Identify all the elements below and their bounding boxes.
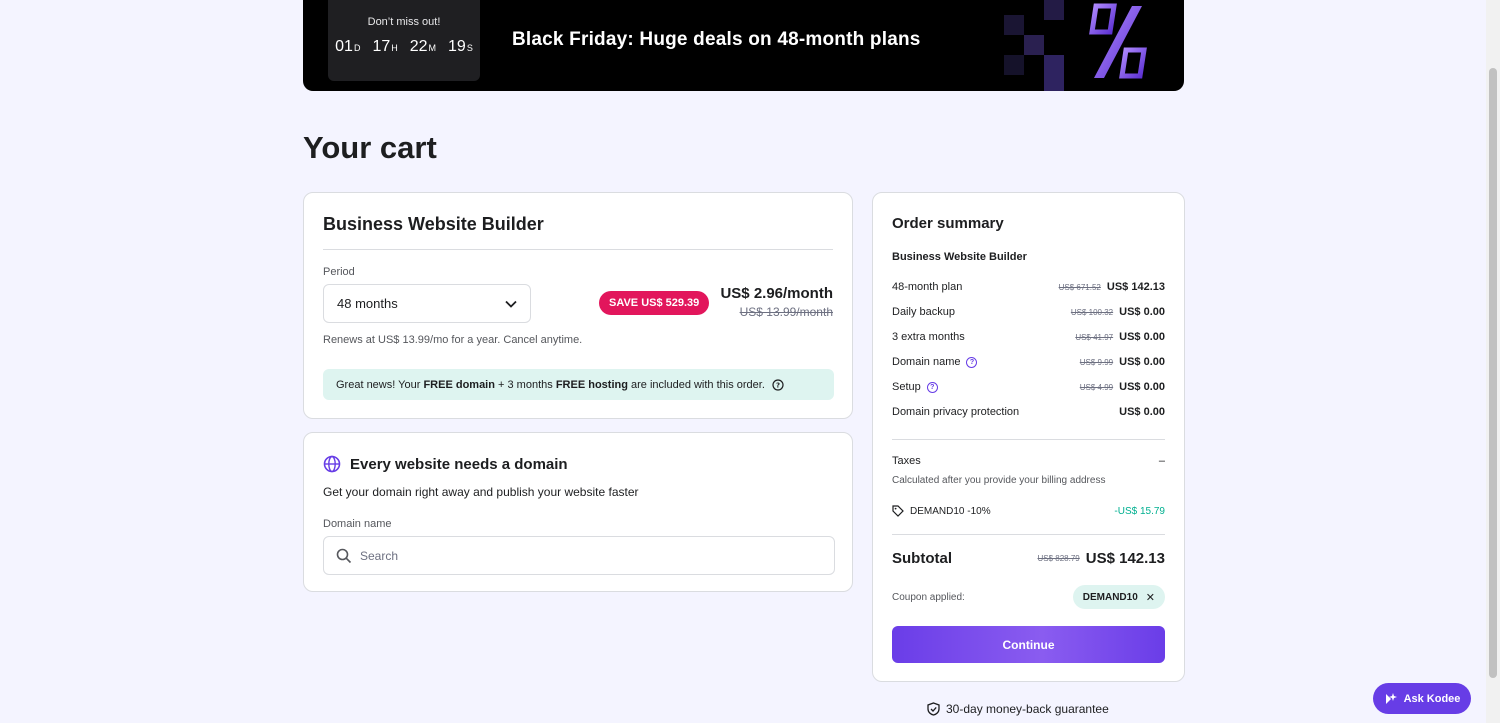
coupon-applied-row: Coupon applied: DEMAND10 ✕ xyxy=(892,585,1165,609)
page-title: Your cart xyxy=(303,130,437,165)
timer-minutes: 22M xyxy=(409,38,437,55)
svg-text:?: ? xyxy=(776,381,780,389)
percent-icon xyxy=(1089,3,1147,79)
domain-card: Every website needs a domain Get your do… xyxy=(303,432,853,592)
shield-check-icon xyxy=(927,702,940,716)
summary-row: Daily backup US$ 100.32 US$ 0.00 xyxy=(892,306,1165,318)
summary-row: Setup? US$ 4.99 US$ 0.00 xyxy=(892,381,1165,393)
page-scrollbar[interactable] xyxy=(1486,0,1500,723)
domain-header: Every website needs a domain xyxy=(323,455,568,473)
timer-seconds: 19S xyxy=(448,38,473,55)
product-card: Business Website Builder Period 48 month… xyxy=(303,192,853,419)
summary-product: Business Website Builder xyxy=(892,251,1027,263)
divider xyxy=(323,249,833,250)
subtotal-row: Subtotal US$ 828.79 US$ 142.13 xyxy=(892,550,1165,567)
pixel-decoration xyxy=(1004,0,1064,91)
summary-row: 3 extra months US$ 41.97 US$ 0.00 xyxy=(892,331,1165,343)
domain-search-input[interactable] xyxy=(360,548,800,563)
domain-title: Every website needs a domain xyxy=(350,455,568,473)
tag-icon xyxy=(892,505,904,517)
globe-icon xyxy=(323,455,341,473)
taxes-note: Calculated after you provide your billin… xyxy=(892,475,1106,486)
period-label: Period xyxy=(323,266,355,278)
coupon-chip: DEMAND10 ✕ xyxy=(1072,585,1165,609)
order-summary-card: Order summary Business Website Builder 4… xyxy=(872,192,1185,682)
domain-subtitle: Get your domain right away and publish y… xyxy=(323,485,639,499)
domain-search-box xyxy=(323,536,835,575)
period-select[interactable]: 48 months xyxy=(323,284,531,323)
remove-coupon-icon[interactable]: ✕ xyxy=(1146,591,1155,604)
sparkle-icon xyxy=(1385,692,1397,704)
save-badge: SAVE US$ 529.39 xyxy=(599,291,710,315)
search-icon xyxy=(336,548,352,563)
promo-banner: Don’t miss out! 01D 17H 22M 19S Black Fr… xyxy=(303,0,1184,91)
renewal-note: Renews at US$ 13.99/mo for a year. Cance… xyxy=(323,334,583,346)
divider xyxy=(892,534,1165,535)
ask-kodee-button[interactable]: Ask Kodee xyxy=(1373,683,1471,714)
timer-hours: 17H xyxy=(372,38,398,55)
continue-button[interactable]: Continue xyxy=(892,626,1165,663)
help-icon[interactable]: ? xyxy=(926,381,938,393)
timer-days: 01D xyxy=(335,38,361,55)
coupon-discount-row: DEMAND10 -10% -US$ 15.79 xyxy=(892,505,1165,517)
summary-row: Domain privacy protection US$ 0.00 xyxy=(892,406,1165,418)
chevron-down-icon xyxy=(505,300,517,308)
help-icon[interactable]: ? xyxy=(772,378,784,391)
domain-label: Domain name xyxy=(323,518,392,530)
old-monthly-price: US$ 13.99/month xyxy=(739,305,833,319)
product-title: Business Website Builder xyxy=(323,214,544,234)
timer-values: 01D 17H 22M 19S xyxy=(328,38,480,56)
summary-title: Order summary xyxy=(892,215,1004,232)
countdown-timer: Don’t miss out! 01D 17H 22M 19S xyxy=(328,0,480,81)
divider xyxy=(892,439,1165,440)
banner-headline: Black Friday: Huge deals on 48-month pla… xyxy=(512,29,921,50)
money-back-guarantee: 30-day money-back guarantee xyxy=(927,702,1109,716)
help-icon[interactable]: ? xyxy=(966,356,978,368)
monthly-price: US$ 2.96/month xyxy=(720,285,833,302)
period-value: 48 months xyxy=(337,296,398,311)
timer-title: Don’t miss out! xyxy=(367,16,441,28)
free-domain-note: Great news! Your FREE domain + 3 months … xyxy=(323,369,834,400)
summary-row: Domain name? US$ 9.99 US$ 0.00 xyxy=(892,356,1165,368)
summary-row: 48-month plan US$ 671.52 US$ 142.13 xyxy=(892,281,1165,293)
taxes-row: Taxes – xyxy=(892,455,1165,467)
scrollbar-thumb[interactable] xyxy=(1489,68,1497,678)
